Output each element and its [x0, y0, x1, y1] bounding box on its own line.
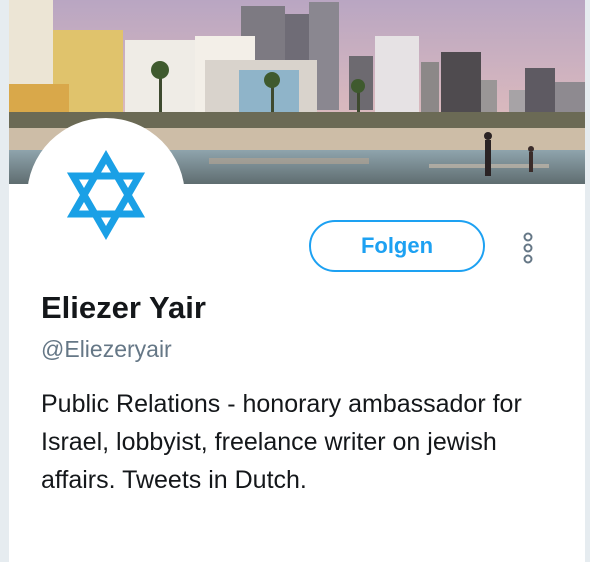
- follow-button[interactable]: Folgen: [309, 220, 485, 272]
- more-options-button[interactable]: [517, 228, 539, 268]
- profile-card: Folgen Eliezer Yair @Eliezeryair Public …: [9, 0, 585, 562]
- follow-button-label: Folgen: [360, 233, 434, 258]
- more-vertical-icon: [517, 232, 539, 272]
- profile-avatar[interactable]: [31, 122, 181, 272]
- profile-handle[interactable]: @Eliezeryair: [41, 336, 172, 363]
- profile-bio: Public Relations - honorary ambassador f…: [41, 390, 522, 494]
- star-of-david-icon: [66, 149, 146, 245]
- profile-name[interactable]: Eliezer Yair: [41, 290, 206, 326]
